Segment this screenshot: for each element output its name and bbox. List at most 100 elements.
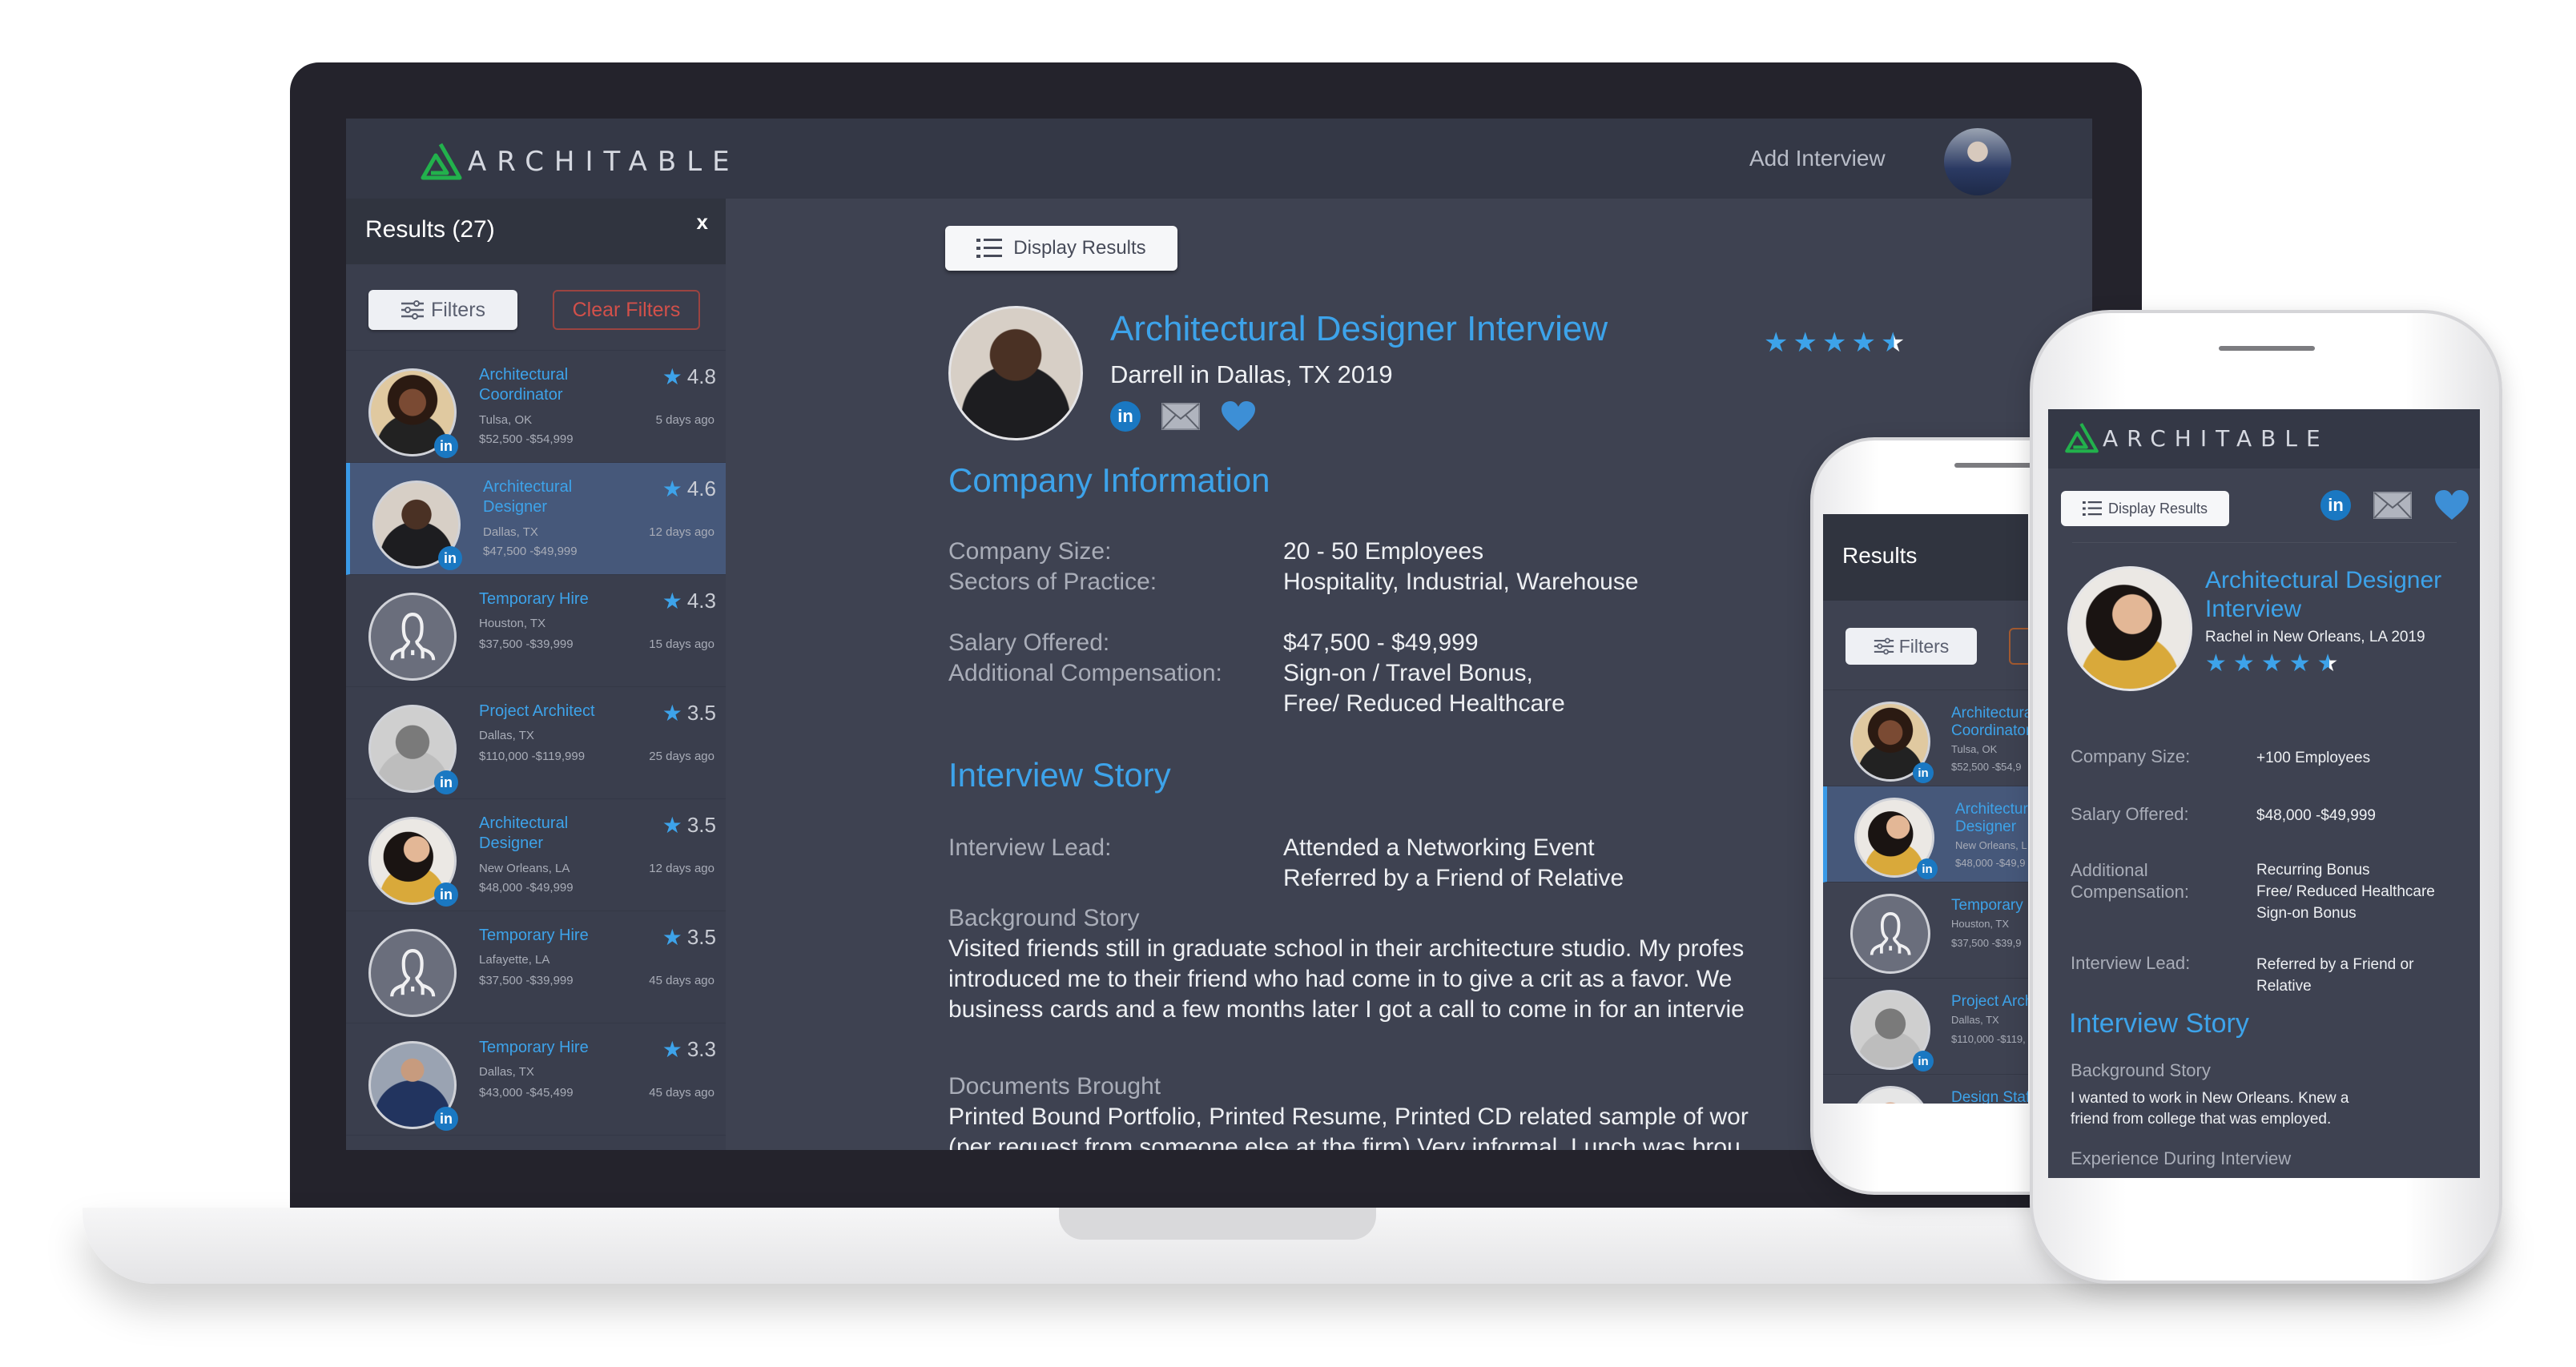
linkedin-badge-icon: in <box>1913 762 1934 783</box>
results-count-title: Results (27) <box>365 216 495 243</box>
phone-result-item[interactable]: Design Staf Houston, TX $75,000 -$77,4 <box>1823 1075 2028 1104</box>
sectors-value: Hospitality, Industrial, Warehouse <box>1283 569 1639 595</box>
add-interview-link[interactable]: Add Interview <box>1749 146 1886 171</box>
result-salary: $110,000 -$119,999 <box>479 750 586 763</box>
result-avatar: in <box>1850 702 1934 783</box>
phone-clear-filters-button[interactable] <box>2009 628 2028 665</box>
phone-result-item[interactable]: in Architectural Coordinator Tulsa, OK $… <box>1823 690 2028 786</box>
brand-name: ARCHITABLE <box>468 146 740 178</box>
filters-button[interactable]: Filters <box>368 290 517 330</box>
result-title: Temporary H <box>1951 897 2028 914</box>
architable-logo-icon <box>421 143 462 180</box>
filters-label: Filters <box>430 298 486 321</box>
rating-value: 3.5 <box>686 701 716 725</box>
phone-display-results-button[interactable]: Display Results <box>2061 491 2229 526</box>
company-info-heading: Company Information <box>948 461 1270 499</box>
avatar-image <box>1850 1086 1930 1104</box>
documents-brought-label: Documents Brought <box>948 1073 1161 1100</box>
phone-filters-button[interactable]: Filters <box>1845 628 1977 665</box>
background-story-text: Visited friends still in graduate school… <box>948 934 1829 1025</box>
linkedin-badge-icon: in <box>1913 1051 1934 1071</box>
result-item[interactable]: in Temporary Hire ★ 3.3 Dallas, TX $43,00… <box>346 1023 726 1136</box>
result-rating: ★ 3.5 <box>662 924 716 951</box>
interview-title: Architectural Designer Interview <box>1110 309 1608 348</box>
result-rating: ★ 4.3 <box>662 588 716 614</box>
additional-comp-value: Sign-on / Travel Bonus, <box>1283 660 1533 686</box>
sliders-icon <box>400 300 424 320</box>
result-item[interactable]: Temporary Hire ★ 4.3 Houston, TX $37,500 … <box>346 575 726 687</box>
heart-icon[interactable] <box>2434 489 2469 521</box>
phone-filter-row: Filters <box>1823 601 2028 690</box>
phone-result-item[interactable]: Temporary H Houston, TX $37,500 -$39,9 <box>1823 883 2028 979</box>
result-item[interactable]: in Architectural Designer ★ 4.6 Dallas, T… <box>346 463 726 575</box>
phone-rating-stars: ★ ★ ★ ★ ★ <box>2205 649 2339 677</box>
phone-result-item[interactable]: in Architectural Designer New Orleans, L… <box>1823 786 2028 883</box>
result-salary: $43,000 -$45,499 <box>479 1086 574 1100</box>
result-age: 5 days ago <box>655 413 714 427</box>
result-item[interactable]: in Project Architect ★ 3.5 Dallas, TX $11… <box>346 687 726 799</box>
result-location: Houston, TX <box>1951 918 2010 930</box>
experience-label: Experience During Interview <box>2071 1148 2292 1168</box>
result-title: Architectural Coordinator <box>1951 705 2028 739</box>
salary-value: $47,500 - $49,999 <box>1283 629 1479 656</box>
result-rating: ★ 3.5 <box>662 812 716 838</box>
mail-icon[interactable] <box>2373 492 2412 519</box>
brand-name: ARCHITABLE <box>2103 424 2329 452</box>
result-location: New Orleans, LA <box>479 862 570 875</box>
result-item[interactable]: in Architectural Coordinator ★ 4.8 Tulsa,… <box>346 351 726 463</box>
sidebar-header: Results (27) x <box>346 199 726 264</box>
linkedin-icon[interactable]: in <box>1110 401 1141 432</box>
star-icon: ★ <box>662 476 682 501</box>
star-icon: ★ <box>662 813 682 838</box>
interview-lead-value: Attended a Networking Event <box>1283 834 1595 861</box>
text-line: I wanted to work in New Orleans. Knew a <box>2071 1090 2349 1107</box>
additional-comp-value: Free/ Reduced Healthcare <box>2256 883 2435 900</box>
mail-icon[interactable] <box>1161 403 1200 430</box>
result-location: Houston, TX <box>479 617 546 630</box>
result-salary: $48,000 -$49,9 <box>1955 857 2026 869</box>
phone-logo[interactable]: ARCHITABLE <box>2064 422 2329 454</box>
additional-comp-label: Compensation: <box>2071 882 2189 902</box>
sectors-label: Sectors of Practice: <box>948 569 1157 595</box>
result-age: 15 days ago <box>649 637 714 651</box>
linkedin-icon[interactable]: in <box>2320 490 2351 521</box>
phone-filters-label: Filters <box>1898 635 1950 657</box>
small-phone-screen: Results Filters in Architectural Coordin… <box>1823 514 2028 1104</box>
result-avatar: in <box>1854 798 1938 879</box>
result-avatar <box>368 593 457 681</box>
text-line: introduced me to their friend who had co… <box>948 966 1733 992</box>
result-avatar: in <box>368 817 458 907</box>
result-title: Project Architect <box>479 702 595 720</box>
result-title: Temporary Hire <box>479 590 589 608</box>
display-results-button[interactable]: Display Results <box>945 226 1177 271</box>
additional-comp-label: Additional <box>2071 860 2148 880</box>
person-placeholder-icon <box>389 948 436 997</box>
company-size-value: +100 Employees <box>2256 750 2371 766</box>
result-location: Tulsa, OK <box>1951 743 1998 755</box>
user-avatar[interactable] <box>1944 128 2011 195</box>
close-icon[interactable]: x <box>697 210 708 235</box>
star-icon: ★ <box>2260 650 2283 677</box>
result-avatar: in <box>368 368 458 458</box>
result-title: Architectural Designer <box>479 814 569 852</box>
filter-row: Filters Clear Filters <box>346 264 726 351</box>
display-results-label: Display Results <box>1013 237 1146 259</box>
additional-comp-label: Additional Compensation: <box>948 660 1222 686</box>
phone-result-item[interactable]: in Project Arch Dallas, TX $110,000 -$11… <box>1823 979 2028 1075</box>
result-salary: $37,500 -$39,999 <box>479 637 574 651</box>
salary-label: Salary Offered: <box>948 629 1110 656</box>
star-icon: ★ <box>662 364 682 389</box>
result-title: Design Staf <box>1951 1089 2028 1104</box>
heart-icon[interactable] <box>1221 400 1256 432</box>
half-star-icon: ★ <box>2316 650 2339 677</box>
result-item[interactable]: in Architectural Designer ★ 3.5 New Orlea… <box>346 799 726 911</box>
result-title: Temporary Hire <box>479 927 589 944</box>
clear-filters-button[interactable]: Clear Filters <box>553 290 700 330</box>
result-salary: $47,500 -$49,999 <box>483 545 578 558</box>
logo[interactable]: ARCHITABLE <box>420 143 740 181</box>
result-item[interactable]: Temporary Hire ★ 3.5 Lafayette, LA $37,50… <box>346 911 726 1023</box>
result-location: New Orleans, L <box>1955 839 2027 851</box>
linkedin-badge-icon: in <box>434 434 458 458</box>
company-size-label: Company Size: <box>2071 746 2191 766</box>
phone-interview-subtitle: Rachel in New Orleans, LA 2019 <box>2205 629 2425 645</box>
